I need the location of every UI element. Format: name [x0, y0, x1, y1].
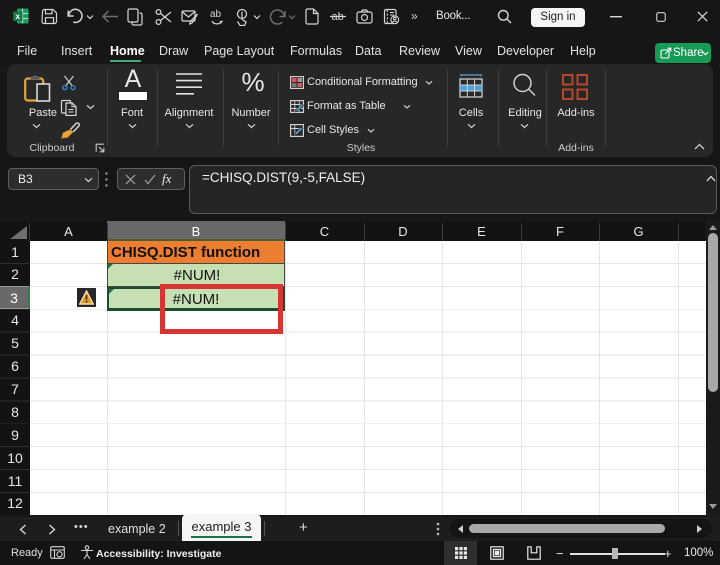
svg-text:ab: ab [210, 9, 222, 20]
svg-text:x: x [15, 11, 20, 21]
